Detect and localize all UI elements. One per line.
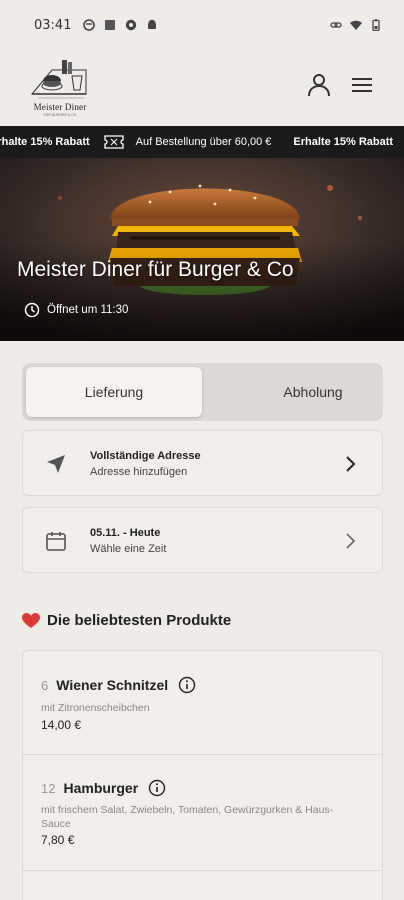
opening-time: Öffnet um 11:30 [24, 302, 128, 318]
time-title: 05.11. - Heute [90, 527, 161, 539]
product-list: 6 Wiener Schnitzel mit Zitronenscheibche… [22, 650, 383, 900]
info-icon[interactable] [148, 779, 166, 797]
ticker-item: Auf Bestellung über 60,00 € [135, 136, 272, 148]
circle-app-icon [83, 19, 96, 31]
link-icon [330, 22, 342, 28]
location-arrow-icon [47, 455, 65, 473]
wifi-icon [350, 20, 362, 30]
tab-pickup[interactable]: Abholung [225, 367, 401, 417]
status-right-icons [330, 19, 382, 31]
product-number: 6 [41, 677, 49, 693]
hamburger-menu-icon[interactable] [349, 72, 375, 98]
battery-icon [372, 19, 380, 31]
square-app-icon [105, 20, 116, 30]
ticker-item: Erhalte 15% Rabatt [0, 136, 90, 148]
calendar-icon [46, 532, 66, 551]
user-icon[interactable] [306, 72, 332, 98]
tab-delivery[interactable]: Lieferung [26, 367, 202, 417]
product-name: Wiener Schnitzel [56, 677, 169, 693]
product-price: 7,80 € [41, 833, 75, 847]
promo-ticker: Erhalte 15% Rabatt Auf Bestellung über 6… [0, 126, 404, 158]
chevron-right-icon [346, 533, 356, 549]
heart-icon [22, 612, 40, 628]
clock-icon [24, 302, 40, 318]
ticker-item: Erhalte 15% Rabatt [293, 136, 394, 148]
product-item[interactable]: 6 Wiener Schnitzel mit Zitronenscheibche… [23, 651, 382, 755]
address-subtitle: Adresse hinzufügen [90, 466, 188, 478]
time-row[interactable]: 05.11. - Heute Wähle eine Zeit [22, 507, 383, 573]
product-description: mit Zitronenscheibchen [41, 702, 150, 714]
delivery-mode-toggle: Lieferung Abholung [22, 363, 383, 421]
product-name: Hamburger [63, 780, 139, 796]
diner-logo-icon [30, 60, 87, 99]
status-bar: 03:41 [0, 0, 404, 50]
popular-products-heading: Die beliebtesten Produkte [22, 612, 231, 629]
popular-products-title: Die beliebtesten Produkte [47, 612, 232, 629]
restaurant-title: Meister Diner für Burger & Co [17, 258, 294, 281]
record-icon [126, 19, 137, 31]
time-subtitle: Wähle eine Zeit [90, 543, 167, 555]
info-icon[interactable] [178, 676, 196, 694]
ticket-icon [104, 135, 124, 149]
android-icon [148, 19, 157, 29]
product-item[interactable]: 12 Hamburger mit frischem Salat, Zwiebel… [23, 755, 382, 871]
product-header: 6 Wiener Schnitzel [41, 676, 196, 694]
address-row[interactable]: Vollständige Adresse Adresse hinzufügen [22, 430, 383, 496]
product-price: 14,00 € [41, 718, 82, 732]
opening-time-text: Öffnet um 11:30 [47, 304, 129, 316]
product-description: mit frischem Salat, Zwiebeln, Tomaten, G… [41, 804, 334, 830]
chevron-right-icon [346, 456, 356, 472]
logo-subtext: FÜR BURGER & CO [43, 113, 77, 117]
address-title: Vollständige Adresse [90, 450, 201, 462]
app-header: Meister Diner FÜR BURGER & CO [0, 50, 404, 126]
product-header: 12 Hamburger [41, 779, 166, 797]
ticker-track: Erhalte 15% Rabatt Auf Bestellung über 6… [0, 126, 404, 158]
status-time: 03:41 [34, 17, 72, 33]
product-number: 12 [41, 780, 56, 796]
status-left-icons [83, 19, 158, 31]
restaurant-logo[interactable]: Meister Diner FÜR BURGER & CO [28, 56, 92, 118]
logo-wordmark: Meister Diner [33, 102, 87, 112]
hero-banner: Meister Diner für Burger & Co Öffnet um … [0, 158, 404, 341]
